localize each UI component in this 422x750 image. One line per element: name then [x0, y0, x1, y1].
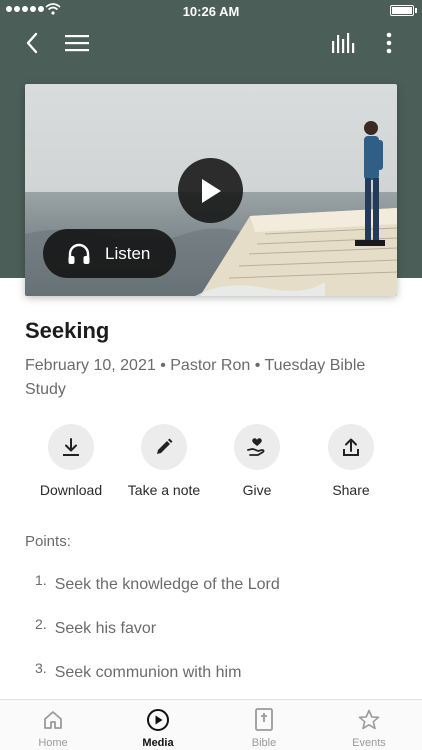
download-icon — [63, 438, 79, 456]
points-heading: Points: — [25, 533, 71, 550]
pencil-icon — [157, 438, 173, 454]
audio-bars-icon — [332, 33, 355, 53]
more-vertical-icon — [386, 32, 392, 54]
point-text: Seek his favor — [54, 620, 157, 637]
download-label: Download — [39, 482, 103, 498]
tab-media-label: Media — [142, 737, 174, 749]
bible-icon — [255, 708, 273, 731]
download-button[interactable]: Download — [21, 424, 121, 498]
tab-media[interactable]: Media — [118, 708, 198, 749]
sermon-title: Seeking — [25, 318, 110, 343]
bottom-tab-bar: Home Media Bible Events — [0, 699, 422, 750]
tab-events[interactable]: Events — [329, 708, 409, 749]
share-button[interactable]: Share — [301, 424, 401, 498]
take-a-note-button[interactable]: Take a note — [114, 424, 214, 498]
status-bar: 10:26 AM — [0, 0, 422, 22]
headphones-icon — [68, 243, 90, 264]
give-button[interactable]: Give — [207, 424, 307, 498]
tab-events-label: Events — [352, 737, 386, 749]
share-icon — [343, 438, 359, 456]
play-icon — [201, 178, 221, 203]
audio-levels-button[interactable] — [330, 28, 358, 58]
share-label: Share — [332, 482, 370, 498]
take-a-note-label: Take a note — [127, 482, 201, 498]
star-icon — [358, 709, 380, 730]
list-item: 1. Seek the knowledge of the Lord — [35, 572, 280, 594]
battery-icon — [390, 5, 414, 16]
home-icon — [44, 711, 62, 729]
point-number: 2. — [35, 616, 47, 632]
back-button[interactable] — [20, 28, 44, 58]
point-number: 3. — [35, 660, 47, 676]
sermon-artwork[interactable]: Listen — [25, 84, 397, 296]
menu-button[interactable] — [64, 28, 90, 58]
tab-bible-label: Bible — [251, 737, 277, 749]
listen-button[interactable]: Listen — [43, 229, 176, 278]
play-button[interactable] — [178, 158, 243, 223]
play-circle-icon — [147, 709, 169, 731]
hand-heart-icon — [247, 438, 265, 456]
point-text: Seek the knowledge of the Lord — [54, 576, 280, 593]
give-label: Give — [242, 482, 272, 498]
status-time: 10:26 AM — [182, 4, 240, 19]
list-item: 3. Seek communion with him — [35, 660, 242, 682]
listen-label: Listen — [105, 243, 151, 263]
point-text: Seek communion with him — [54, 664, 242, 681]
tab-home-label: Home — [38, 737, 68, 749]
sermon-meta: February 10, 2021 • Pastor Ron • Tuesday… — [25, 357, 366, 398]
action-row: Download Take a note Give Share — [0, 424, 422, 504]
tab-home[interactable]: Home — [13, 708, 93, 749]
more-options-button[interactable] — [378, 28, 400, 58]
list-item: 2. Seek his favor — [35, 616, 157, 638]
chevron-left-icon — [26, 32, 38, 54]
tab-bible[interactable]: Bible — [224, 708, 304, 749]
point-number: 1. — [35, 572, 47, 588]
hamburger-menu-icon — [65, 35, 89, 52]
top-navigation-bar — [0, 28, 422, 58]
